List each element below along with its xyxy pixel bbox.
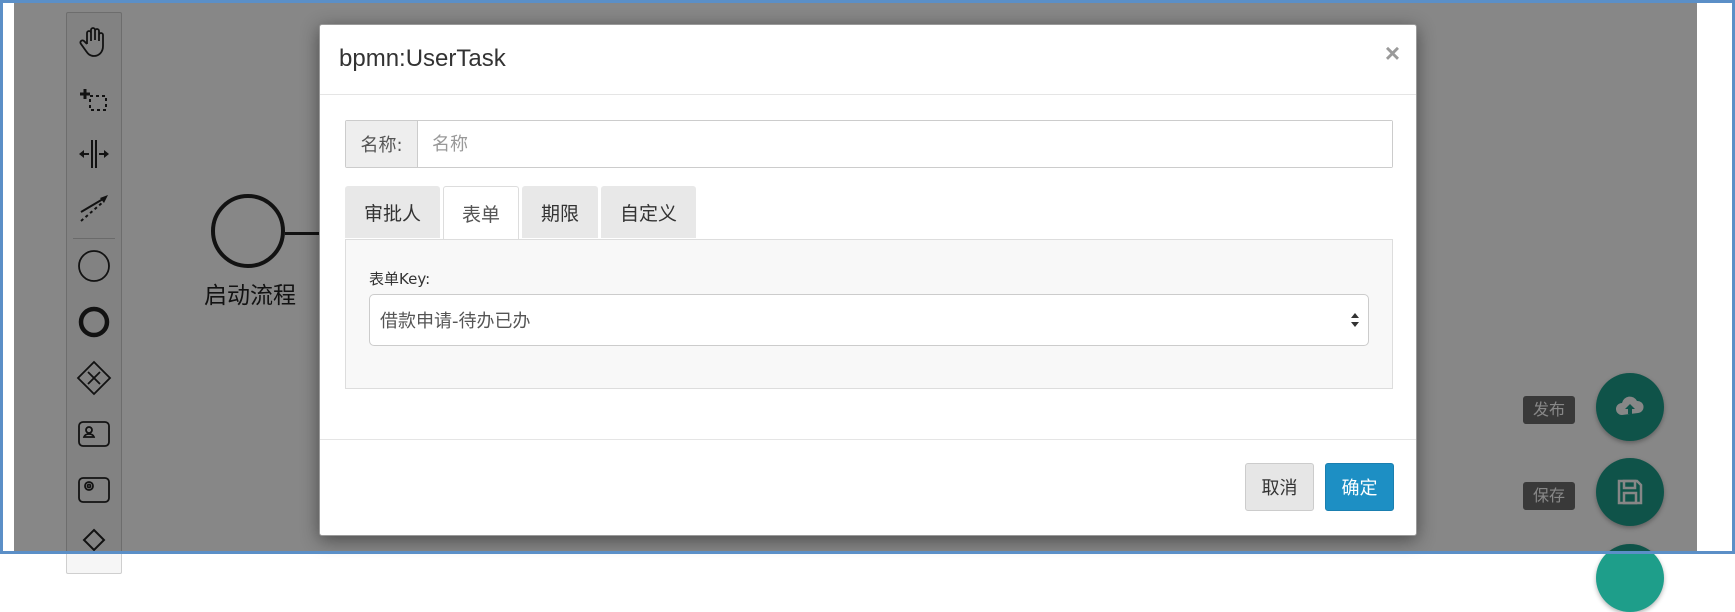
user-task-dialog: bpmn:UserTask × 名称: 审批人 表单 期限 自定义 表单Key:… [319, 24, 1417, 536]
form-key-label: 表单Key: [369, 270, 431, 288]
name-label: 名称: [346, 121, 418, 167]
name-input-group: 名称: [345, 120, 1393, 168]
form-key-value: 借款申请-待办已办 [380, 311, 531, 332]
tab-approver[interactable]: 审批人 [345, 186, 441, 238]
tab-form[interactable]: 表单 [443, 186, 520, 241]
task-tabs: 审批人 表单 期限 自定义 [345, 186, 699, 241]
tab-deadline[interactable]: 期限 [522, 186, 599, 238]
form-key-select[interactable]: 借款申请-待办已办 [369, 294, 1369, 346]
modal-title: bpmn:UserTask [339, 45, 506, 72]
select-arrows-icon [1351, 313, 1359, 327]
tab-custom[interactable]: 自定义 [601, 186, 697, 238]
more-button[interactable] [1596, 544, 1664, 612]
close-icon[interactable]: × [1385, 40, 1400, 66]
modal-header: bpmn:UserTask × [320, 25, 1416, 95]
form-tab-panel: 表单Key: 借款申请-待办已办 [345, 239, 1393, 389]
modal-footer-divider [320, 439, 1416, 440]
name-input[interactable] [418, 121, 1392, 167]
cancel-button[interactable]: 取消 [1245, 463, 1314, 511]
confirm-button[interactable]: 确定 [1325, 463, 1394, 511]
